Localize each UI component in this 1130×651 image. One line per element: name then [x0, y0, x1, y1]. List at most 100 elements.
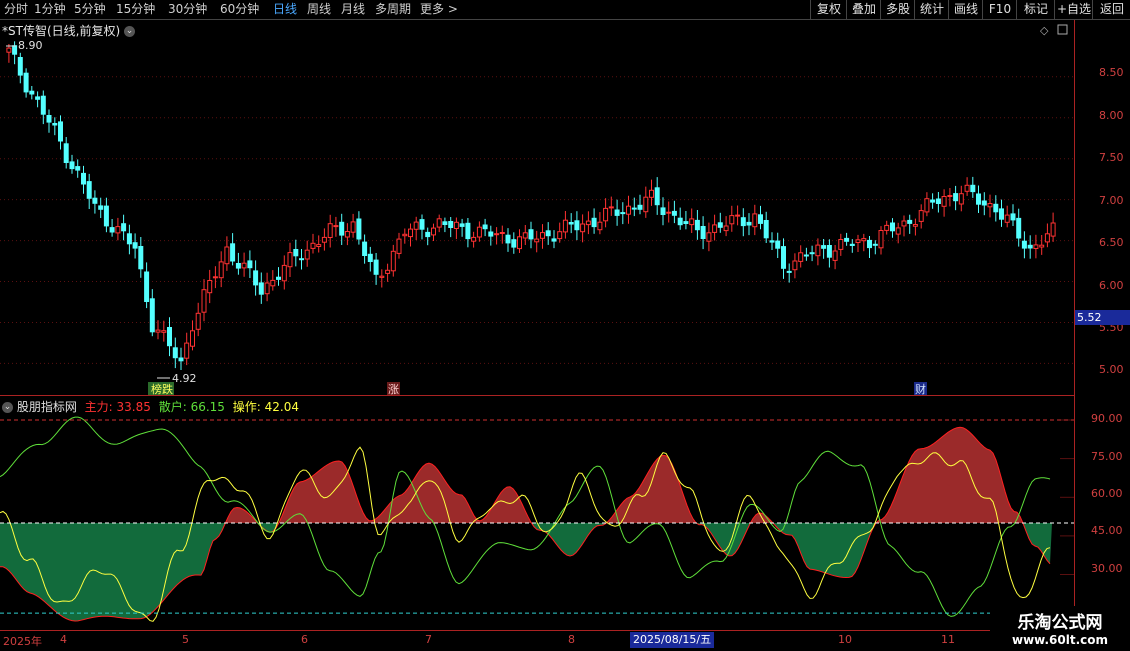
- candle-body: [373, 259, 379, 275]
- candle-body: [86, 181, 92, 199]
- period-tab-daily[interactable]: 日线: [273, 0, 297, 19]
- candle-body: [597, 221, 603, 231]
- candle-body: [608, 206, 614, 209]
- candle-body: [63, 143, 69, 164]
- candle-body: [815, 244, 821, 257]
- candle-body: [276, 276, 281, 280]
- candle-body: [195, 312, 201, 330]
- overlay-button[interactable]: 叠加: [846, 0, 881, 19]
- candle-body: [545, 230, 551, 237]
- candle-body: [482, 224, 488, 230]
- candle-body: [580, 223, 586, 233]
- price-tick: 5.00: [1099, 363, 1124, 376]
- top-toolbar: 分时 1分钟 5分钟 15分钟 30分钟 60分钟 日线 周线 月线 多周期 更…: [0, 0, 1130, 20]
- candle-body: [861, 238, 867, 242]
- candle-body: [367, 253, 373, 263]
- period-tab-more[interactable]: 更多 >: [420, 0, 458, 19]
- candle-body: [40, 95, 46, 115]
- candle-body: [453, 221, 459, 230]
- candle-body: [528, 229, 534, 240]
- candle-body: [769, 240, 775, 243]
- chevron-down-icon[interactable]: ⌄: [2, 402, 13, 413]
- panel-toggle-icon[interactable]: [1057, 24, 1068, 35]
- period-tab-monthly[interactable]: 月线: [341, 0, 365, 19]
- watermark-url: www.60lt.com: [1011, 633, 1109, 647]
- candle-body: [350, 221, 356, 233]
- candle-body: [12, 45, 18, 55]
- date-label: 11: [941, 633, 955, 646]
- mark-button[interactable]: 标记: [1016, 0, 1055, 19]
- candle-body: [941, 196, 947, 207]
- period-tab-minute[interactable]: 分时: [4, 0, 28, 19]
- back-button[interactable]: 返回: [1092, 0, 1130, 19]
- period-tab-1min[interactable]: 1分钟: [34, 0, 66, 19]
- candle-body: [970, 184, 976, 193]
- add-watchlist-button[interactable]: +自选: [1054, 0, 1093, 19]
- candle-body: [522, 232, 528, 239]
- candle-body: [637, 204, 643, 210]
- stats-button[interactable]: 统计: [914, 0, 949, 19]
- period-tab-15min[interactable]: 15分钟: [116, 0, 155, 19]
- candle-body: [792, 260, 798, 271]
- period-tab-5min[interactable]: 5分钟: [74, 0, 106, 19]
- candle-body: [947, 195, 953, 197]
- period-tab-weekly[interactable]: 周线: [307, 0, 331, 19]
- candle-body: [723, 225, 729, 232]
- period-tab-multi[interactable]: 多周期: [375, 0, 411, 19]
- candle-body: [356, 218, 362, 240]
- candle-body: [758, 214, 763, 224]
- candle-body: [144, 271, 150, 302]
- price-tick: 6.00: [1099, 279, 1124, 292]
- candlestick-chart[interactable]: 8.90 4.92 榜跌 涨 财 ◇: [0, 20, 1074, 396]
- candle-body: [109, 227, 115, 233]
- indicator-chart[interactable]: [0, 396, 1074, 630]
- candle-body: [408, 228, 413, 238]
- f10-button[interactable]: F10: [982, 0, 1017, 19]
- stock-title-bar: *ST传智(日线,前复权) ⌄: [2, 22, 135, 39]
- candle-body: [540, 232, 545, 239]
- candle-body: [212, 276, 218, 279]
- candle-body: [775, 240, 781, 249]
- date-label: 2025年: [3, 635, 42, 648]
- adjust-button[interactable]: 复权: [810, 0, 847, 19]
- retail-value: 散户: 66.15: [158, 400, 225, 414]
- indicator-tick: 45.00: [1091, 524, 1123, 537]
- candle-body: [230, 243, 236, 262]
- candle-body: [339, 221, 345, 236]
- candle-body: [1004, 214, 1010, 223]
- price-tick: 7.00: [1099, 194, 1124, 207]
- candle-body: [838, 239, 844, 250]
- candle-body: [81, 172, 86, 185]
- period-tab-30min[interactable]: 30分钟: [168, 0, 207, 19]
- indicator-axis: 90.00 75.00 60.00 45.00 30.00: [1074, 396, 1130, 630]
- candle-body: [172, 347, 178, 359]
- candle-body: [781, 246, 786, 269]
- candle-body: [912, 224, 918, 227]
- indicator-tick: 90.00: [1091, 412, 1123, 425]
- candle-body: [591, 217, 597, 228]
- candle-body: [190, 330, 195, 347]
- candle-body: [218, 261, 224, 279]
- period-tab-60min[interactable]: 60分钟: [220, 0, 259, 19]
- chevron-down-icon[interactable]: ⌄: [123, 26, 135, 37]
- candle-body: [327, 223, 333, 238]
- candle-body: [924, 198, 930, 213]
- date-label: 8: [568, 633, 575, 646]
- candle-body: [1027, 244, 1033, 249]
- candle-body: [201, 289, 207, 313]
- candle-body: [890, 222, 895, 232]
- multi-stock-button[interactable]: 多股: [880, 0, 915, 19]
- draw-button[interactable]: 画线: [948, 0, 983, 19]
- candle-body: [362, 241, 368, 257]
- indicator-grid: [1060, 419, 1074, 575]
- candle-body: [855, 239, 861, 244]
- candle-body: [17, 57, 23, 76]
- candle-body: [304, 249, 310, 260]
- candle-body: [809, 252, 815, 255]
- candle-body: [706, 232, 712, 242]
- candle-body: [103, 205, 109, 227]
- candle-body: [878, 230, 884, 249]
- diamond-icon[interactable]: ◇: [1040, 24, 1049, 37]
- candle-body: [149, 298, 155, 333]
- candle-body: [976, 193, 981, 205]
